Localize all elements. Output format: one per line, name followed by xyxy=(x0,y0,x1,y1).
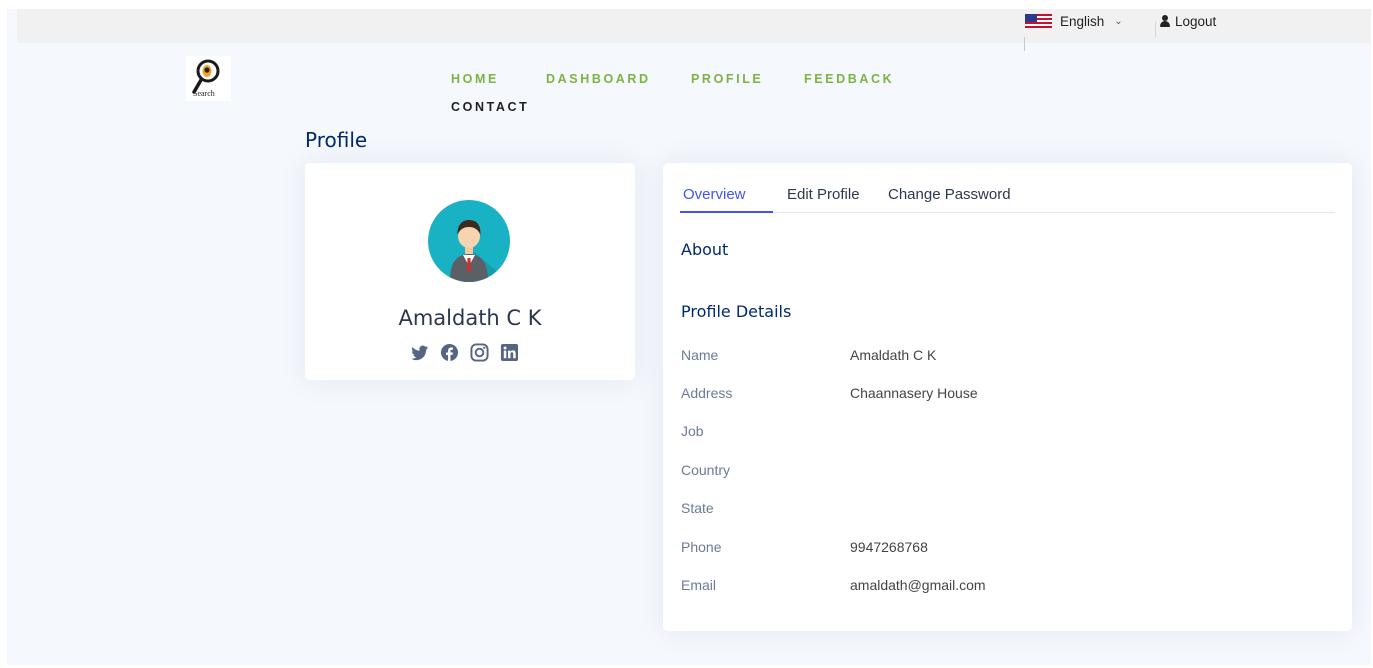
avatar xyxy=(428,200,510,282)
logout-label: Logout xyxy=(1175,13,1217,29)
profile-tabs: Overview Edit Profile Change Password xyxy=(680,181,1335,213)
field-value-email: amaldath@gmail.com xyxy=(850,577,986,593)
chevron-down-icon: ⌄ xyxy=(1114,15,1123,27)
field-label-email: Email xyxy=(681,577,717,593)
linkedin-icon[interactable] xyxy=(500,343,519,362)
field-label-country: Country xyxy=(681,462,731,478)
field-label-state: State xyxy=(681,500,714,516)
page-title: Profile xyxy=(305,128,368,152)
facebook-icon[interactable] xyxy=(440,343,459,362)
instagram-icon[interactable] xyxy=(470,343,489,362)
us-flag-icon xyxy=(1025,14,1052,28)
user-icon xyxy=(1160,15,1170,27)
field-label-name: Name xyxy=(681,347,719,363)
nav-profile[interactable]: PROFILE xyxy=(691,72,763,86)
language-label: English xyxy=(1060,13,1105,29)
field-value-name: Amaldath C K xyxy=(850,347,937,363)
profile-details-card: Overview Edit Profile Change Password Ab… xyxy=(663,163,1352,631)
site-logo[interactable]: Search xyxy=(186,56,231,101)
twitter-icon[interactable] xyxy=(410,343,429,362)
field-label-job: Job xyxy=(681,423,704,439)
profile-card: Amaldath C K xyxy=(305,163,635,380)
about-heading: About xyxy=(681,240,729,259)
profile-details-heading: Profile Details xyxy=(681,302,792,321)
social-links xyxy=(410,343,519,362)
nav-contact[interactable]: CONTACT xyxy=(451,100,529,114)
active-tab-indicator xyxy=(680,211,773,213)
divider xyxy=(1024,37,1025,51)
language-selector[interactable]: English ⌄ xyxy=(1025,12,1123,30)
divider xyxy=(1155,22,1156,38)
tab-change-password[interactable]: Change Password xyxy=(888,186,1011,203)
field-value-phone: 9947268768 xyxy=(850,539,928,555)
logout-link[interactable]: Logout xyxy=(1160,12,1216,30)
nav-home[interactable]: HOME xyxy=(451,72,499,86)
nav-feedback[interactable]: FEEDBACK xyxy=(804,72,894,86)
person-avatar-icon xyxy=(450,220,510,282)
tab-overview[interactable]: Overview xyxy=(683,186,746,203)
field-label-phone: Phone xyxy=(681,539,722,555)
logo-caption: Search xyxy=(193,89,215,98)
profile-name: Amaldath C K xyxy=(398,306,542,330)
field-value-address: Chaannasery House xyxy=(850,385,978,401)
nav-dashboard[interactable]: DASHBOARD xyxy=(546,72,651,86)
field-label-address: Address xyxy=(681,385,733,401)
tab-edit-profile[interactable]: Edit Profile xyxy=(787,186,860,203)
